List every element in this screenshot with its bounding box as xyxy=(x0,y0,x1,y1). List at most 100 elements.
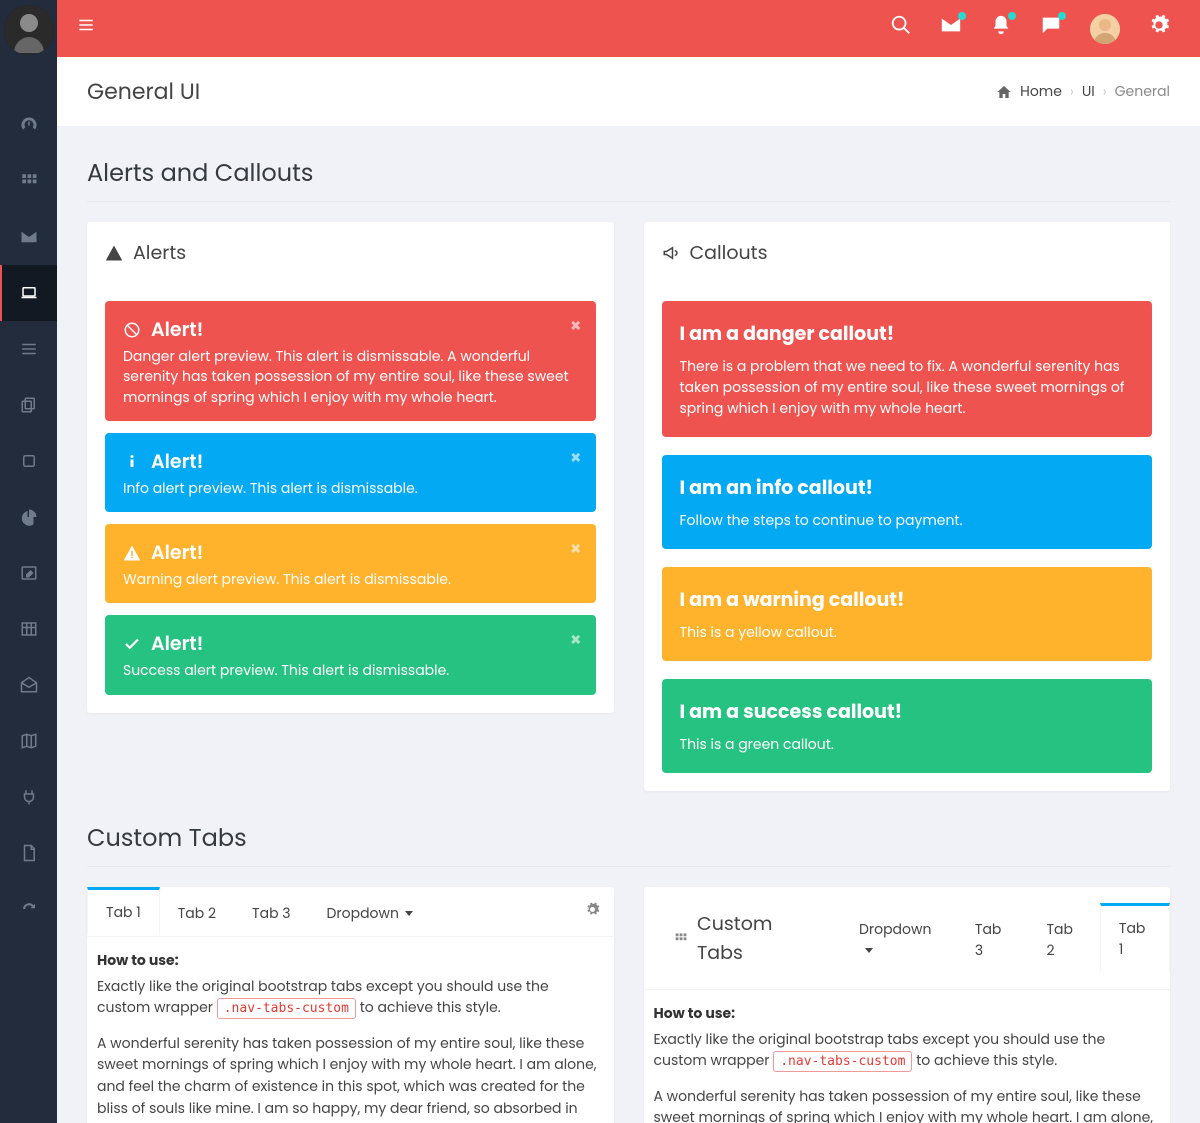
notification-dot xyxy=(1058,12,1066,20)
breadcrumb-home[interactable]: Home xyxy=(1020,81,1062,102)
alert-warning: × Alert! Warning alert preview. This ale… xyxy=(105,524,596,603)
alert-title: Alert! xyxy=(151,629,203,658)
user-avatar[interactable] xyxy=(4,5,54,55)
sidebar xyxy=(0,0,57,1123)
file-icon xyxy=(20,844,38,862)
tab-3[interactable]: Tab 3 xyxy=(234,888,309,936)
callout-danger: I am a danger callout! There is a proble… xyxy=(662,301,1153,437)
sidebar-item-edit[interactable] xyxy=(0,545,57,601)
tabs-header: Custom Tabs xyxy=(644,887,842,989)
sidebar-item-extensions[interactable] xyxy=(0,769,57,825)
sidebar-item-box[interactable] xyxy=(0,433,57,489)
callout-body: This is a green callout. xyxy=(680,734,1135,755)
dashboard-icon xyxy=(20,116,38,134)
alert-success: × Alert! Success alert preview. This ale… xyxy=(105,615,596,694)
tab-dropdown[interactable]: Dropdown xyxy=(841,904,957,973)
chat-button[interactable] xyxy=(1040,14,1062,43)
callout-warning: I am a warning callout! This is a yellow… xyxy=(662,567,1153,661)
tabs-header-label: Custom Tabs xyxy=(658,899,828,977)
sidebar-item-maps[interactable] xyxy=(0,713,57,769)
alerts-box-header: Alerts xyxy=(87,222,614,283)
alert-body: Success alert preview. This alert is dis… xyxy=(123,660,578,680)
settings-button[interactable] xyxy=(1148,14,1170,43)
alert-close-button[interactable]: × xyxy=(570,536,581,563)
hamburger-icon xyxy=(77,16,95,34)
map-icon xyxy=(20,732,38,750)
tabs-box-right: Tab 1 Tab 2 Tab 3 Dropdown Custom Tabs H… xyxy=(644,887,1171,1123)
tabs-nav: Tab 1 Tab 2 Tab 3 Dropdown xyxy=(87,887,614,937)
breadcrumb-ui[interactable]: UI xyxy=(1082,81,1095,102)
check-icon xyxy=(123,635,141,653)
howto-label: How to use: xyxy=(654,1003,736,1023)
tabs-box-left: Tab 1 Tab 2 Tab 3 Dropdown How to use: E… xyxy=(87,887,614,1123)
section-title-alerts: Alerts and Callouts xyxy=(87,156,1170,191)
search-button[interactable] xyxy=(890,14,912,43)
menu-icon xyxy=(20,340,38,358)
notification-dot xyxy=(958,12,966,20)
edit-icon xyxy=(20,564,38,582)
callout-title: I am a warning callout! xyxy=(680,585,1135,614)
sidebar-toggle-button[interactable] xyxy=(77,16,95,41)
content-area: General UI Home › UI › General Alerts an… xyxy=(57,57,1200,1123)
callout-body: This is a yellow callout. xyxy=(680,622,1135,643)
copy-icon xyxy=(20,396,38,414)
row-tabs: Tab 1 Tab 2 Tab 3 Dropdown How to use: E… xyxy=(87,887,1170,1123)
sidebar-item-tables[interactable] xyxy=(0,601,57,657)
tab-dropdown-label: Dropdown xyxy=(327,903,399,923)
ban-icon xyxy=(123,321,141,339)
messages-button[interactable] xyxy=(940,14,962,43)
laptop-icon xyxy=(20,284,38,302)
tab-3[interactable]: Tab 3 xyxy=(957,904,1029,973)
square-icon xyxy=(20,452,38,470)
tab-1[interactable]: Tab 1 xyxy=(1100,903,1170,972)
howto-code: .nav-tabs-custom xyxy=(773,1051,912,1072)
sidebar-item-ui[interactable] xyxy=(0,265,57,321)
howto-label: How to use: xyxy=(97,950,179,970)
callout-body: There is a problem that we need to fix. … xyxy=(680,356,1135,419)
sidebar-item-mailbox[interactable] xyxy=(0,209,57,265)
breadcrumb-separator: › xyxy=(1103,81,1107,102)
top-header xyxy=(57,0,1200,57)
alerts-box-title: Alerts xyxy=(133,238,186,267)
page-header: General UI Home › UI › General xyxy=(57,57,1200,126)
tab-2[interactable]: Tab 2 xyxy=(1028,904,1099,973)
sidebar-item-forms[interactable] xyxy=(0,321,57,377)
breadcrumb: Home › UI › General xyxy=(996,81,1170,102)
chevron-down-icon xyxy=(405,911,413,916)
sidebar-item-charts[interactable] xyxy=(0,489,57,545)
header-user-avatar[interactable] xyxy=(1090,14,1120,44)
gear-icon xyxy=(585,902,600,917)
sidebar-item-docs[interactable] xyxy=(0,825,57,881)
gear-icon xyxy=(1148,14,1170,36)
notifications-button[interactable] xyxy=(990,14,1012,43)
callout-title: I am a success callout! xyxy=(680,697,1135,726)
mail-icon xyxy=(20,228,38,246)
page-title: General UI xyxy=(87,75,200,108)
alert-body: Warning alert preview. This alert is dis… xyxy=(123,569,578,589)
tab-2[interactable]: Tab 2 xyxy=(160,888,234,936)
howto-post: to achieve this style. xyxy=(356,997,501,1017)
tab-paragraph: A wonderful serenity has taken possessio… xyxy=(97,1033,604,1123)
divider xyxy=(87,866,1170,867)
alert-body: Danger alert preview. This alert is dism… xyxy=(123,346,578,407)
sidebar-item-apps[interactable] xyxy=(0,153,57,209)
tab-paragraph: A wonderful serenity has taken possessio… xyxy=(654,1086,1161,1123)
tab-1[interactable]: Tab 1 xyxy=(87,887,160,935)
tabs-settings-button[interactable] xyxy=(571,887,614,936)
main: Alerts and Callouts Alerts × Alert! Dang… xyxy=(57,126,1200,1123)
sidebar-item-email[interactable] xyxy=(0,657,57,713)
alert-close-button[interactable]: × xyxy=(570,445,581,472)
home-icon xyxy=(996,84,1012,100)
alert-close-button[interactable]: × xyxy=(570,313,581,340)
sidebar-item-share[interactable] xyxy=(0,881,57,937)
alert-close-button[interactable]: × xyxy=(570,627,581,654)
grid-icon xyxy=(20,172,38,190)
warning-icon xyxy=(123,544,141,562)
share-icon xyxy=(20,900,38,918)
tab-dropdown[interactable]: Dropdown xyxy=(309,888,431,936)
col-callouts: Callouts I am a danger callout! There is… xyxy=(644,222,1171,791)
callout-info: I am an info callout! Follow the steps t… xyxy=(662,455,1153,549)
section-title-tabs: Custom Tabs xyxy=(87,821,1170,856)
sidebar-item-dashboard[interactable] xyxy=(0,97,57,153)
sidebar-item-pages[interactable] xyxy=(0,377,57,433)
